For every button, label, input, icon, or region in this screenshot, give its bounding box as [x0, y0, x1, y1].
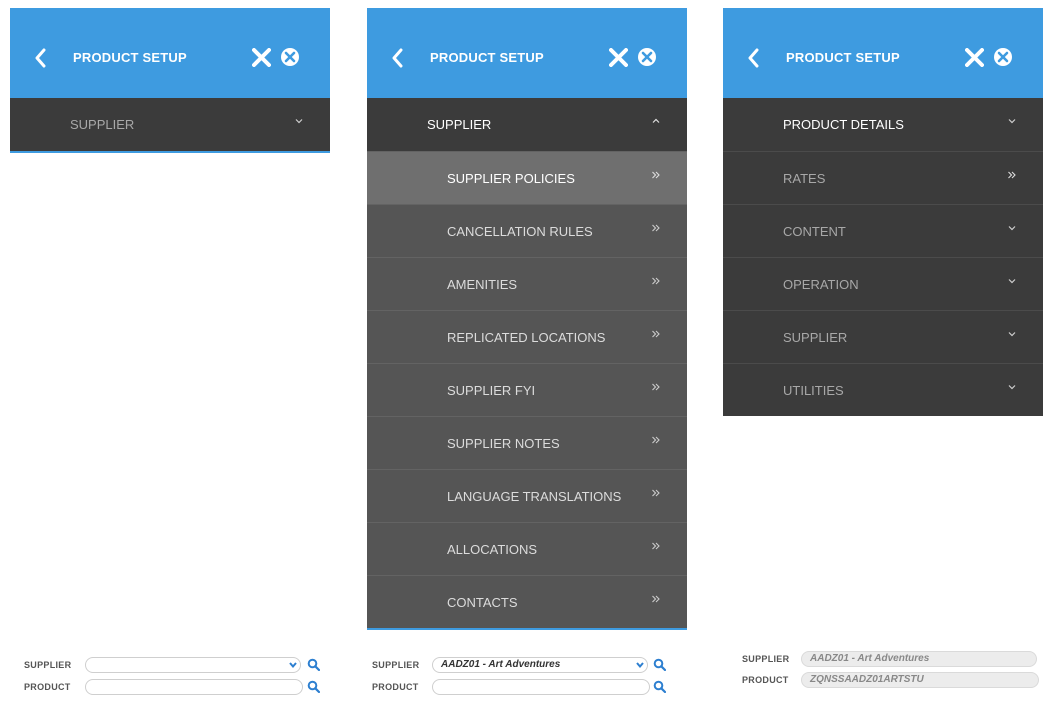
close-icon[interactable] — [252, 48, 271, 67]
chevron-down-icon — [1008, 385, 1016, 390]
supplier-row: SUPPLIER — [24, 657, 324, 673]
double-chevron-right-icon — [652, 383, 660, 391]
submenu-item-label: SUPPLIER NOTES — [447, 436, 560, 451]
chevron-down-icon[interactable] — [288, 660, 298, 670]
menu-bottom-border — [10, 151, 330, 153]
product-row: PRODUCT — [372, 679, 672, 695]
double-chevron-right-icon — [652, 171, 660, 179]
menu-item-supplier[interactable]: SUPPLIER — [367, 98, 687, 151]
back-arrow-icon[interactable] — [391, 48, 404, 68]
menu-bottom-border — [367, 628, 687, 630]
submenu-item-label: CONTACTS — [447, 595, 518, 610]
product-label: PRODUCT — [372, 682, 419, 692]
product-input[interactable] — [432, 679, 650, 695]
double-chevron-right-icon — [652, 277, 660, 285]
submenu-item-supplier-notes[interactable]: SUPPLIER NOTES — [367, 416, 687, 469]
menu-item-supplier[interactable]: SUPPLIER — [723, 310, 1043, 363]
panel-title: PRODUCT SETUP — [430, 50, 544, 65]
menu-item-label: PRODUCT DETAILS — [783, 117, 904, 132]
menu-item-label: RATES — [783, 171, 826, 186]
double-chevron-right-icon — [652, 595, 660, 603]
submenu-item-label: AMENITIES — [447, 277, 518, 292]
menu-item-label: CONTENT — [783, 224, 846, 239]
double-chevron-right-icon — [652, 330, 660, 338]
supplier-readonly-field: AADZ01 - Art Adventures — [801, 651, 1037, 667]
product-row: PRODUCT ZQNSSAADZ01ARTSTU — [742, 672, 1042, 688]
menu-item-product-details[interactable]: PRODUCT DETAILS — [723, 98, 1043, 151]
panel-header: PRODUCT SETUP — [367, 8, 687, 98]
search-icon[interactable] — [307, 658, 320, 671]
menu-item-rates[interactable]: RATES — [723, 151, 1043, 204]
menu-item-supplier[interactable]: SUPPLIER — [10, 98, 330, 151]
supplier-label: SUPPLIER — [24, 660, 72, 670]
supplier-label: SUPPLIER — [372, 660, 420, 670]
chevron-down-icon — [1008, 226, 1016, 231]
supplier-select[interactable] — [85, 657, 301, 673]
double-chevron-right-icon — [1008, 171, 1016, 179]
panel-title: PRODUCT SETUP — [786, 50, 900, 65]
submenu-item-replicated-locations[interactable]: REPLICATED LOCATIONS — [367, 310, 687, 363]
main-menu: SUPPLIER — [367, 98, 687, 151]
chevron-down-icon[interactable] — [635, 660, 645, 670]
menu-item-label: SUPPLIER — [783, 330, 848, 345]
product-label: PRODUCT — [742, 675, 789, 685]
double-chevron-right-icon — [652, 489, 660, 497]
menu-item-label: UTILITIES — [783, 383, 844, 398]
menu-item-utilities[interactable]: UTILITIES — [723, 363, 1043, 416]
back-arrow-icon[interactable] — [34, 48, 47, 68]
search-icon[interactable] — [653, 680, 666, 693]
chevron-down-icon — [295, 119, 303, 124]
submenu-item-cancellation-rules[interactable]: CANCELLATION RULES — [367, 204, 687, 257]
close-icon[interactable] — [609, 48, 628, 67]
submenu-item-label: SUPPLIER POLICIES — [447, 171, 575, 186]
product-setup-panel-collapsed: PRODUCT SETUP SUPPLIER — [10, 8, 330, 153]
submenu-item-amenities[interactable]: AMENITIES — [367, 257, 687, 310]
double-chevron-right-icon — [652, 542, 660, 550]
supplier-submenu: SUPPLIER POLICIES CANCELLATION RULES AME… — [367, 151, 687, 628]
main-menu: PRODUCT DETAILS RATES CONTENT OPERATION … — [723, 98, 1043, 416]
product-input[interactable] — [85, 679, 303, 695]
supplier-row: SUPPLIER AADZ01 - Art Adventures — [372, 657, 672, 673]
product-setup-panel-supplier-expanded: PRODUCT SETUP SUPPLIER SUPPLIER POLICIES… — [367, 8, 687, 630]
cancel-circle-icon[interactable] — [280, 47, 300, 67]
panel-header: PRODUCT SETUP — [10, 8, 330, 98]
submenu-item-supplier-fyi[interactable]: SUPPLIER FYI — [367, 363, 687, 416]
submenu-item-label: CANCELLATION RULES — [447, 224, 593, 239]
submenu-item-supplier-policies[interactable]: SUPPLIER POLICIES — [367, 151, 687, 204]
supplier-row: SUPPLIER AADZ01 - Art Adventures — [742, 651, 1042, 667]
panel-header: PRODUCT SETUP — [723, 8, 1043, 98]
submenu-item-label: ALLOCATIONS — [447, 542, 538, 557]
chevron-down-icon — [1008, 332, 1016, 337]
submenu-item-contacts[interactable]: CONTACTS — [367, 575, 687, 628]
cancel-circle-icon[interactable] — [637, 47, 657, 67]
double-chevron-right-icon — [652, 224, 660, 232]
back-arrow-icon[interactable] — [747, 48, 760, 68]
menu-item-operation[interactable]: OPERATION — [723, 257, 1043, 310]
chevron-down-icon — [1008, 279, 1016, 284]
supplier-label: SUPPLIER — [742, 654, 790, 664]
menu-item-label: SUPPLIER — [427, 117, 492, 132]
product-readonly-field: ZQNSSAADZ01ARTSTU — [801, 672, 1039, 688]
search-icon[interactable] — [307, 680, 320, 693]
chevron-up-icon — [652, 118, 660, 123]
menu-item-label: OPERATION — [783, 277, 859, 292]
product-row: PRODUCT — [24, 679, 324, 695]
chevron-down-icon — [1008, 119, 1016, 124]
cancel-circle-icon[interactable] — [993, 47, 1013, 67]
supplier-select[interactable]: AADZ01 - Art Adventures — [432, 657, 648, 673]
close-icon[interactable] — [965, 48, 984, 67]
submenu-item-label: SUPPLIER FYI — [447, 383, 536, 398]
product-setup-panel-product: PRODUCT SETUP PRODUCT DETAILS RATES CONT… — [723, 8, 1043, 416]
main-menu: SUPPLIER — [10, 98, 330, 151]
menu-item-content[interactable]: CONTENT — [723, 204, 1043, 257]
submenu-item-label: LANGUAGE TRANSLATIONS — [447, 489, 622, 504]
double-chevron-right-icon — [652, 436, 660, 444]
submenu-item-language-translations[interactable]: LANGUAGE TRANSLATIONS — [367, 469, 687, 522]
panel-title: PRODUCT SETUP — [73, 50, 187, 65]
submenu-item-label: REPLICATED LOCATIONS — [447, 330, 606, 345]
submenu-item-allocations[interactable]: ALLOCATIONS — [367, 522, 687, 575]
search-icon[interactable] — [653, 658, 666, 671]
product-label: PRODUCT — [24, 682, 71, 692]
menu-item-label: SUPPLIER — [70, 117, 135, 132]
